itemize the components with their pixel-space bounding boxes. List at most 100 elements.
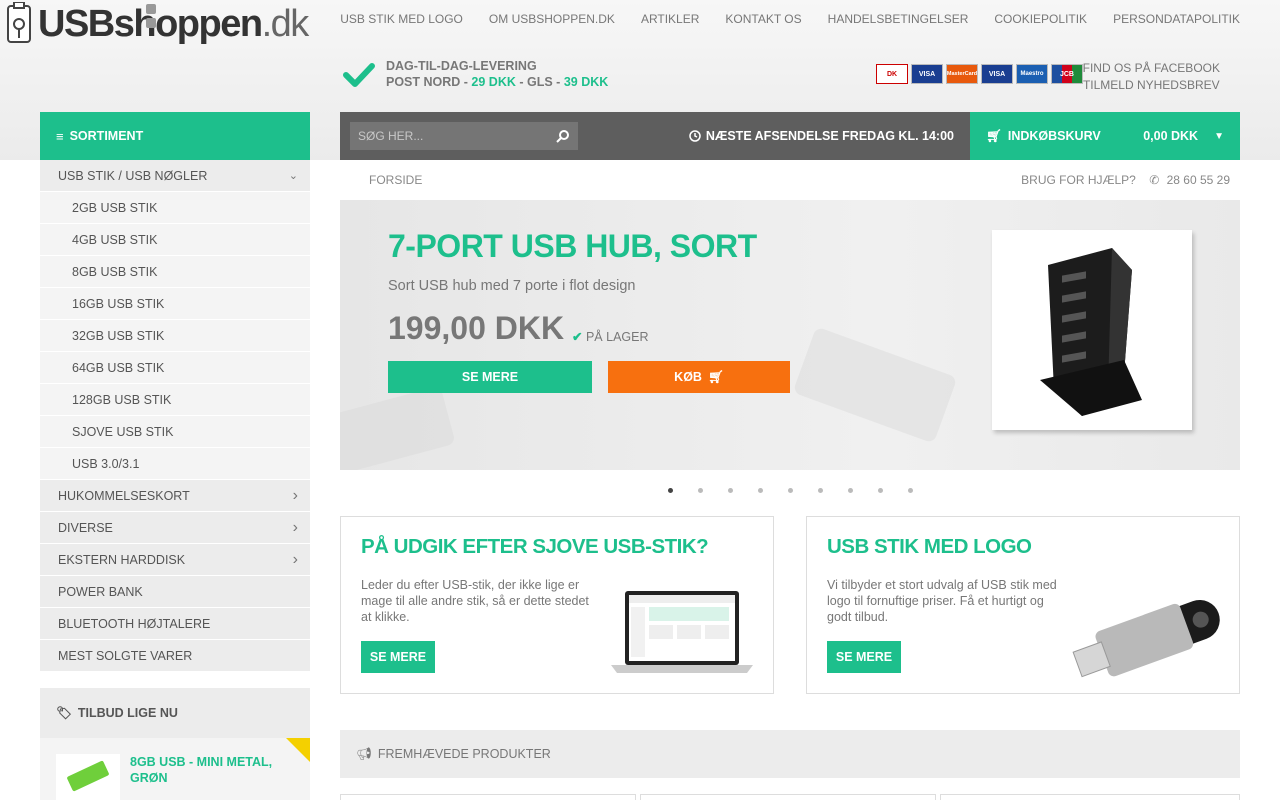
facebook-icon[interactable] bbox=[146, 4, 156, 14]
hero-bg-usb-2 bbox=[792, 326, 958, 444]
featured-product-card[interactable] bbox=[640, 794, 936, 800]
nav-cookiepolitik[interactable]: COOKIEPOLITIK bbox=[994, 12, 1087, 26]
sortiment-label: SORTIMENT bbox=[69, 129, 144, 143]
sidebar-item-label: SJOVE USB STIK bbox=[72, 424, 174, 439]
category-sidebar: USB STIK / USB NØGLER ⌄ 2GB USB STIK 4GB US… bbox=[40, 160, 310, 672]
delivery-line1: DAG-TIL-DAG-LEVERING bbox=[386, 59, 537, 73]
promo-title[interactable]: USB STIK MED LOGO bbox=[827, 535, 1032, 559]
top-nav: USB STIK MED LOGO OM USBSHOPPEN.DK ARTIK… bbox=[314, 12, 1240, 26]
sidebar-item[interactable]: POWER BANK bbox=[40, 576, 310, 608]
sidebar-item[interactable]: 2GB USB STIK bbox=[40, 192, 310, 224]
breadcrumb-row: FORSIDE BRUG FOR HJÆLP? ✆ 28 60 55 29 bbox=[340, 160, 1240, 200]
chevron-right-icon: › bbox=[292, 550, 298, 568]
slider-dot[interactable] bbox=[908, 488, 913, 493]
hero-more-button[interactable]: SE MERE bbox=[388, 361, 592, 393]
sidebar-item[interactable]: MEST SOLGTE VARER bbox=[40, 640, 310, 672]
featured-product-card[interactable] bbox=[340, 794, 636, 800]
slider-dot[interactable] bbox=[698, 488, 703, 493]
promo-more-label: SE MERE bbox=[835, 650, 893, 664]
hero-title[interactable]: 7-PORT USB HUB, SORT bbox=[388, 228, 757, 265]
laptop-image[interactable] bbox=[607, 587, 757, 677]
cart-label: INDKØBSKURV bbox=[1007, 129, 1101, 143]
offers-header: 🏷︎ TILBUD LIGE NU bbox=[40, 688, 310, 738]
sidebar-item[interactable]: 128GB USB STIK bbox=[40, 384, 310, 416]
sidebar-item[interactable]: DIVERSE › bbox=[40, 512, 310, 544]
stock-label: PÅ LAGER bbox=[585, 330, 649, 344]
postnord-label: POST NORD - bbox=[386, 75, 472, 89]
sidebar-item[interactable]: 8GB USB STIK bbox=[40, 256, 310, 288]
sidebar-item-label: 4GB USB STIK bbox=[72, 232, 158, 247]
sidebar-item[interactable]: USB STIK / USB NØGLER ⌄ bbox=[40, 160, 310, 192]
featured-products-header: 📢︎ FREMHÆVEDE PRODUKTER bbox=[340, 730, 1240, 778]
hero-buy-button[interactable]: KØB 🛒︎ bbox=[608, 361, 790, 393]
offer-product-name[interactable]: 8GB USB - MINI METAL, GRØN bbox=[130, 754, 272, 786]
slider-dot[interactable] bbox=[728, 488, 733, 493]
hero-product-image[interactable] bbox=[992, 230, 1192, 430]
offer-item[interactable]: 8GB USB - MINI METAL, GRØN bbox=[40, 738, 310, 800]
promo-text: Leder du efter USB-stik, der ikke lige e… bbox=[361, 578, 589, 624]
breadcrumb-home[interactable]: FORSIDE bbox=[369, 173, 422, 187]
hero-price: 199,00 DKK bbox=[388, 310, 565, 346]
promo-more-button[interactable]: SE MERE bbox=[361, 641, 435, 673]
promo-more-button[interactable]: SE MERE bbox=[827, 641, 901, 673]
sidebar-item[interactable]: EKSTERN HARDDISK › bbox=[40, 544, 310, 576]
cart-button[interactable]: 🛒︎ INDKØBSKURV 0,00 DKK ▼ bbox=[970, 112, 1240, 160]
search-input[interactable]: SØG HER... bbox=[350, 122, 578, 150]
help-label: BRUG FOR HJÆLP? bbox=[1021, 173, 1136, 187]
usb-stick-image[interactable] bbox=[1067, 577, 1237, 687]
social-links: FIND OS PÅ FACEBOOK TILMELD NYHEDSBREV bbox=[1083, 60, 1220, 94]
hero-bg-usb-1 bbox=[340, 385, 456, 470]
facebook-link[interactable]: FIND OS PÅ FACEBOOK bbox=[1083, 60, 1220, 77]
logo-suffix: .dk bbox=[261, 3, 310, 45]
nav-artikler[interactable]: ARTIKLER bbox=[641, 12, 699, 26]
nav-om-usbshoppen[interactable]: OM USBSHOPPEN.DK bbox=[489, 12, 615, 26]
promo-fun-usb: PÅ UDGIK EFTER SJOVE USB-STIK? Leder du … bbox=[340, 516, 774, 694]
featured-title: FREMHÆVEDE PRODUKTER bbox=[377, 747, 551, 761]
sidebar-item-label: 16GB USB STIK bbox=[72, 296, 165, 311]
sortiment-header[interactable]: ≡ SORTIMENT bbox=[40, 112, 310, 160]
phone-number[interactable]: 28 60 55 29 bbox=[1167, 173, 1230, 187]
gls-price: 39 DKK bbox=[563, 75, 609, 89]
payment-cards: DK VISA MasterCard VISA Maestro JCB bbox=[876, 64, 1083, 84]
slider-dot[interactable] bbox=[758, 488, 763, 493]
slider-dot[interactable] bbox=[788, 488, 793, 493]
cart-icon: 🛒︎ bbox=[707, 369, 724, 384]
slider-dot[interactable] bbox=[878, 488, 883, 493]
sidebar-item[interactable]: USB 3.0/3.1 bbox=[40, 448, 310, 480]
nav-persondatapolitik[interactable]: PERSONDATAPOLITIK bbox=[1113, 12, 1240, 26]
sidebar-item-label: 64GB USB STIK bbox=[72, 360, 165, 375]
promo-title[interactable]: PÅ UDGIK EFTER SJOVE USB-STIK? bbox=[361, 535, 709, 559]
offer-product-image[interactable] bbox=[56, 754, 120, 800]
rss-icon[interactable] bbox=[146, 18, 156, 28]
usb-hub-image bbox=[1040, 248, 1142, 416]
promo-more-label: SE MERE bbox=[369, 650, 427, 664]
sidebar-item[interactable]: BLUETOOTH HØJTALERE bbox=[40, 608, 310, 640]
nav-usb-stik-med-logo[interactable]: USB STIK MED LOGO bbox=[340, 12, 463, 26]
nav-kontakt-os[interactable]: KONTAKT OS bbox=[725, 12, 801, 26]
sidebar-item[interactable]: 64GB USB STIK bbox=[40, 352, 310, 384]
hero-more-label: SE MERE bbox=[461, 370, 519, 384]
sidebar-item[interactable]: 16GB USB STIK bbox=[40, 288, 310, 320]
sidebar-item[interactable]: 4GB USB STIK bbox=[40, 224, 310, 256]
site-logo[interactable]: USBshoppen.dk bbox=[0, 0, 310, 48]
sidebar-item[interactable]: SJOVE USB STIK bbox=[40, 416, 310, 448]
help-contact: BRUG FOR HJÆLP? ✆ 28 60 55 29 bbox=[1021, 173, 1230, 187]
newsletter-link[interactable]: TILMELD NYHEDSBREV bbox=[1083, 77, 1220, 94]
sidebar-item-label: 2GB USB STIK bbox=[72, 200, 158, 215]
shipping-notice: NÆSTE AFSENDELSE FREDAG KL. 14:00 bbox=[689, 112, 954, 160]
featured-product-card[interactable] bbox=[940, 794, 1240, 800]
bullhorn-icon: 📢︎ bbox=[356, 746, 372, 761]
clock-icon bbox=[689, 130, 701, 142]
slider-dot[interactable] bbox=[818, 488, 823, 493]
slider-dot[interactable] bbox=[848, 488, 853, 493]
sidebar-item-label: 8GB USB STIK bbox=[72, 264, 158, 279]
sidebar-item[interactable]: 32GB USB STIK bbox=[40, 320, 310, 352]
sidebar-item[interactable]: HUKOMMELSESKORT › bbox=[40, 480, 310, 512]
sidebar-item-label: HUKOMMELSESKORT bbox=[58, 488, 190, 503]
usb-logo-icon bbox=[7, 2, 31, 43]
mastercard-icon: MasterCard bbox=[946, 64, 978, 84]
slider-dot[interactable] bbox=[668, 488, 673, 493]
search-icon[interactable] bbox=[556, 129, 570, 143]
dankort-icon: DK bbox=[876, 64, 908, 84]
nav-handelsbetingelser[interactable]: HANDELSBETINGELSER bbox=[828, 12, 969, 26]
